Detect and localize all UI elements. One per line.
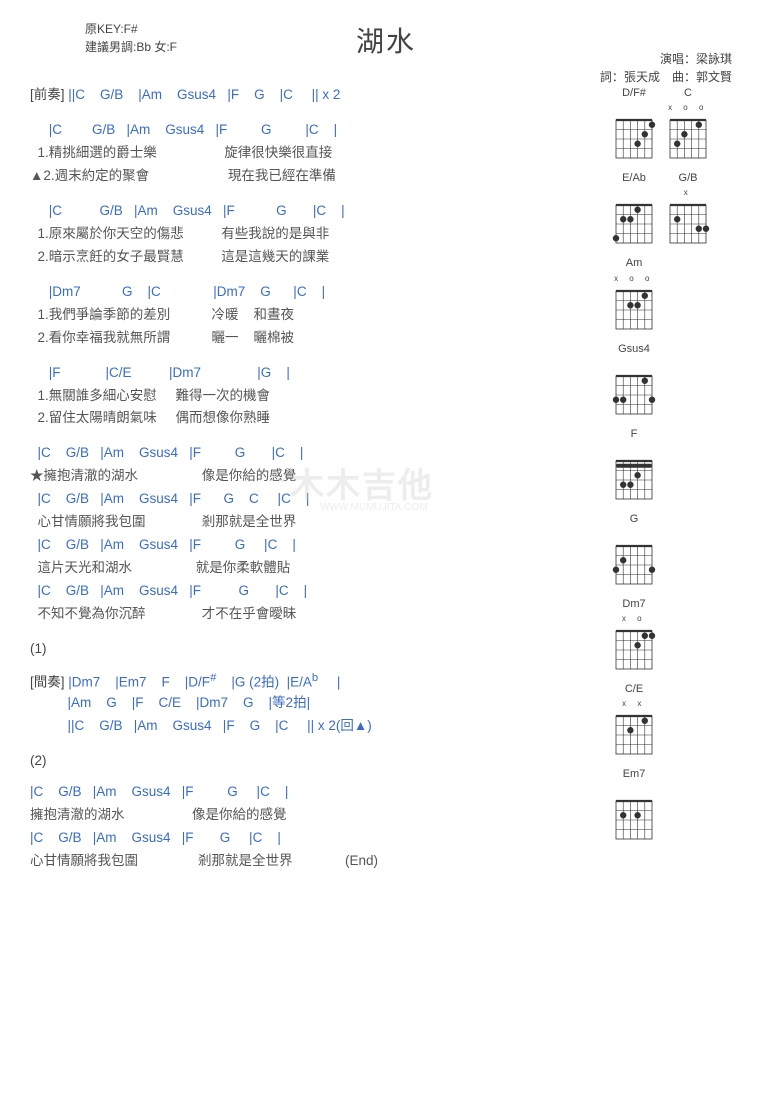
chord-mute-row: x	[684, 189, 693, 197]
verse-lyric-1: 1.精挑細選的爵士樂 旋律很快樂很直接	[30, 145, 332, 160]
chord-grid-icon	[612, 197, 656, 247]
chord-diagram-label: Dm7	[622, 596, 645, 613]
chorus-lyric: 這片天光和湖水 就是你柔軟體貼	[30, 560, 290, 575]
chorus-lyric: ★擁抱清澈的湖水 像是你給的感覺	[30, 468, 296, 483]
outro-chords: |C G/B |Am Gsus4 |F G |C |	[30, 830, 281, 845]
chord-diagram-em7: Em7	[612, 766, 656, 843]
original-key: 原KEY:F#	[85, 20, 177, 38]
singer-credit: 演唱：梁詠琪	[600, 50, 732, 68]
chord-mute-row: x o o	[614, 275, 654, 283]
suggest-key: 建議男調:Bb 女:F	[85, 38, 177, 56]
chorus-chords: |C G/B |Am Gsus4 |F G |C |	[30, 445, 303, 460]
chord-diagram-am: Am x o o	[612, 255, 656, 332]
chord-diagram-label: D/F#	[622, 85, 646, 102]
interlude-line1b: |G (2拍) |E/A	[216, 674, 312, 689]
interlude-label: [間奏]	[30, 674, 65, 689]
verse-lyric-2: 2.留住太陽晴朗氣味 偶而想像你熟睡	[30, 410, 270, 425]
chord-grid-icon	[612, 793, 656, 843]
chord-diagram-label: G/B	[679, 170, 698, 187]
verse-chords: |C G/B |Am Gsus4 |F G |C |	[30, 122, 337, 137]
chord-diagram-dm7: Dm7 x o	[612, 596, 656, 673]
chord-grid-icon	[612, 708, 656, 758]
chord-grid-icon	[612, 368, 656, 418]
chord-diagram-label: E/Ab	[622, 170, 646, 187]
chord-diagram-gsus4: Gsus4	[612, 341, 656, 418]
chord-grid-icon	[612, 538, 656, 588]
verse-lyric-2: 2.看你幸福我就無所謂 曬一 曬棉被	[30, 330, 294, 345]
chord-diagrams: D/F# Cx o o E/Ab G/B x Am x o o Gsus4 F G Dm…	[612, 85, 742, 885]
chord-diagram-g: G	[612, 511, 656, 588]
outro-lyric: 擁抱清澈的湖水 像是你給的感覺	[30, 807, 287, 822]
section-2-num: (2)	[30, 751, 602, 772]
section-1-num: (1)	[30, 639, 602, 660]
verse-lyric-1: 1.無關誰多細心安慰 難得一次的機會	[30, 388, 270, 403]
chord-diagram-eab: E/Ab	[612, 170, 656, 247]
chorus-chords: |C G/B |Am Gsus4 |F G |C |	[30, 583, 307, 598]
verse-chords: |F |C/E |Dm7 |G |	[30, 365, 290, 380]
chorus-lyric: 不知不覺為你沉醉 才不在乎會曖昧	[30, 606, 296, 621]
verse-chords: |Dm7 G |C |Dm7 G |C |	[30, 284, 325, 299]
chord-diagram-df: D/F#	[612, 85, 656, 162]
verse-lyric-2: 2.暗示烹飪的女子最賢慧 這是這幾天的課業	[30, 249, 329, 264]
chord-sheet: [前奏] ||C G/B |Am Gsus4 |F G |C || x 2 |C…	[30, 85, 612, 885]
chord-diagram-ce: C/E x x	[612, 681, 656, 758]
chord-diagram-gb: G/B x	[666, 170, 710, 247]
chord-grid-icon	[612, 623, 656, 673]
chorus-lyric: 心甘情願將我包圍 剎那就是全世界	[30, 514, 296, 529]
chorus-chords: |C G/B |Am Gsus4 |F G C |C |	[30, 491, 309, 506]
outro-lyric: 心甘情願將我包圍 剎那就是全世界 (End)	[30, 853, 378, 868]
chord-grid-icon	[666, 112, 710, 162]
chord-grid-icon	[612, 453, 656, 503]
chord-diagram-label: G	[630, 511, 639, 528]
chord-diagram-label: Am	[626, 255, 643, 272]
chord-diagram-label: F	[631, 426, 638, 443]
chord-diagram-f: F	[612, 426, 656, 503]
chord-grid-icon	[666, 197, 710, 247]
verse-chords: |C G/B |Am Gsus4 |F G |C |	[30, 203, 345, 218]
outro-chords: |C G/B |Am Gsus4 |F G |C |	[30, 784, 288, 799]
verse-lyric-2: ▲2.週末約定的聚會 現在我已經在準備	[30, 168, 336, 183]
verse-lyric-1: 1.我們爭論季節的差別 冷暖 和晝夜	[30, 307, 294, 322]
writer-credit: 詞：張天成 曲：郭文賢	[600, 68, 732, 86]
chord-diagram-label: Em7	[623, 766, 646, 783]
chord-diagram-label: C	[684, 85, 692, 102]
chord-diagram-c: Cx o o	[666, 85, 710, 162]
chorus-chords: |C G/B |Am Gsus4 |F G |C |	[30, 537, 296, 552]
interlude-line1a: |Dm7 |Em7 F |D/F	[65, 674, 211, 689]
intro-chords: ||C G/B |Am Gsus4 |F G |C || x 2	[65, 87, 341, 102]
chord-diagram-label: Gsus4	[618, 341, 650, 358]
interlude-line2: |Am G |F C/E |Dm7 G |等2拍|	[30, 695, 310, 710]
chord-grid-icon	[612, 283, 656, 333]
verse-lyric-1: 1.原來屬於你天空的傷悲 有些我說的是與非	[30, 226, 329, 241]
chord-mute-row: x x	[622, 700, 646, 708]
interlude-line3: ||C G/B |Am Gsus4 |F G |C || x 2(回▲)	[30, 718, 372, 733]
chord-mute-row: x o o	[668, 104, 708, 112]
chord-mute-row: x o	[622, 615, 646, 623]
intro-label: [前奏]	[30, 87, 65, 102]
chord-grid-icon	[612, 112, 656, 162]
interlude-line1c: |	[318, 674, 340, 689]
chord-diagram-label: C/E	[625, 681, 643, 698]
